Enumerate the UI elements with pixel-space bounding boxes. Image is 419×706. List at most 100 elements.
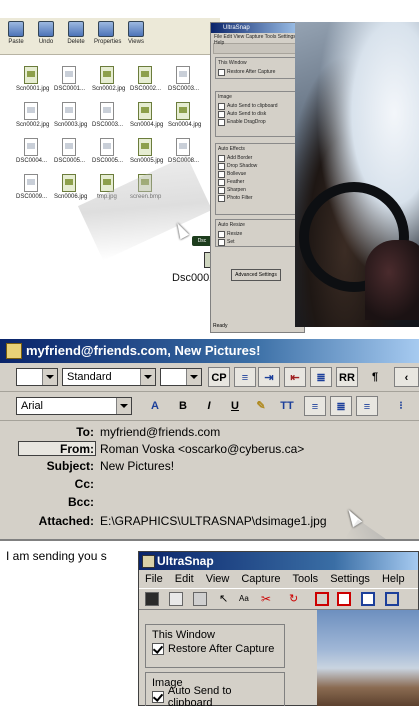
align-icon[interactable]: ≣: [310, 367, 332, 387]
explorer-undo-button[interactable]: Undo: [34, 21, 58, 45]
subject-field[interactable]: New Pictures!: [100, 459, 174, 473]
menu-capture-icon[interactable]: [385, 592, 399, 606]
cc-field[interactable]: [100, 477, 400, 491]
italic-button[interactable]: I: [198, 396, 220, 416]
pointer-icon[interactable]: ↖: [219, 592, 233, 606]
ultrasnap-small-checkbox[interactable]: Feather: [218, 178, 294, 186]
file-item[interactable]: Scn0005.jpg: [130, 138, 163, 164]
ultrasnap-small-checkbox[interactable]: Auto Send to disk: [218, 110, 294, 118]
color-icon[interactable]: ✎: [250, 396, 272, 416]
explorer-delete-button[interactable]: Delete: [64, 21, 88, 45]
file-item[interactable]: DSC0003...: [168, 66, 199, 92]
menu-file[interactable]: File: [145, 573, 163, 585]
ultrasnap-small-checkbox[interactable]: Set: [218, 238, 294, 246]
ultrasnap-small-menu[interactable]: File Edit View Capture Tools Settings He…: [211, 33, 304, 46]
ultrasnap-small-toolbar[interactable]: [213, 43, 302, 54]
align-right-icon[interactable]: ≡: [356, 396, 378, 416]
ultrasnap-small-checkbox[interactable]: Enable DragDrop: [218, 118, 294, 126]
file-icon: [24, 102, 38, 120]
indent-icon[interactable]: ⇥: [258, 367, 280, 387]
style-combo[interactable]: Standard: [62, 368, 156, 386]
list-icon[interactable]: ≡: [234, 367, 256, 387]
this-window-group: This Window Restore After Capture: [145, 624, 285, 668]
save-icon[interactable]: [145, 592, 159, 606]
ultrasnap-small-checkbox[interactable]: Restore After Capture: [218, 68, 294, 76]
menu-edit[interactable]: Edit: [175, 573, 194, 585]
file-item[interactable]: DSC0009...: [16, 174, 47, 200]
rr-button[interactable]: RR: [336, 367, 358, 387]
size-combo[interactable]: [160, 368, 202, 386]
file-item[interactable]: DSC0001...: [54, 66, 85, 92]
from-field[interactable]: Roman Voska <oscarko@cyberus.ca>: [100, 442, 304, 456]
file-item[interactable]: DSC0002...: [130, 66, 161, 92]
window-capture-icon[interactable]: [337, 592, 351, 606]
file-item[interactable]: Scn0006.jpg: [54, 174, 87, 200]
align-left-icon[interactable]: ≡: [304, 396, 326, 416]
file-icon: [24, 138, 38, 156]
print-icon[interactable]: [193, 592, 207, 606]
copy-icon[interactable]: [169, 592, 183, 606]
explorer-properties-button[interactable]: Properties: [94, 21, 121, 45]
from-label: From:: [60, 442, 94, 456]
file-icon: [62, 102, 76, 120]
file-item[interactable]: Scn0001.jpg: [16, 66, 49, 92]
file-item[interactable]: Scn0002.jpg: [16, 102, 49, 128]
underline-button[interactable]: U: [224, 396, 246, 416]
file-item[interactable]: Scn0002.jpg: [92, 66, 125, 92]
ultrasnap-small-checkbox[interactable]: Drop Shadow: [218, 162, 294, 170]
advanced-settings-button[interactable]: Advanced Settings: [231, 269, 281, 281]
ultrasnap-small-checkbox[interactable]: Sharpen: [218, 186, 294, 194]
region-icon[interactable]: ↻: [289, 592, 303, 606]
paragraph-mark-button[interactable]: ¶: [364, 367, 386, 387]
cut-icon[interactable]: ✂: [261, 592, 275, 606]
paste-icon: [8, 21, 24, 37]
file-item[interactable]: Scn0004.jpg: [168, 102, 201, 128]
attached-field[interactable]: E:\GRAPHICS\ULTRASNAP\dsimage1.jpg: [100, 514, 327, 528]
menu-tools[interactable]: Tools: [293, 573, 319, 585]
email-body-text: I am sending you s: [6, 549, 107, 563]
menu-capture[interactable]: Capture: [241, 573, 280, 585]
bcc-field[interactable]: [100, 495, 400, 509]
image-file-icon: [62, 174, 76, 192]
to-field[interactable]: myfriend@friends.com: [100, 425, 220, 439]
file-item[interactable]: Scn0004.jpg: [130, 102, 163, 128]
explorer-paste-button[interactable]: Paste: [4, 21, 28, 45]
teletype-button[interactable]: TT: [276, 396, 298, 416]
file-item[interactable]: Scn0003.jpg: [54, 102, 87, 128]
email-window-title: myfriend@friends.com, New Pictures!: [26, 343, 261, 358]
text-icon[interactable]: Aa: [239, 592, 253, 606]
ultrasnap-small-checkbox[interactable]: Auto Send to clipboard: [218, 102, 294, 110]
auto-send-clipboard-checkbox[interactable]: Auto Send to clipboard: [152, 685, 278, 706]
file-item[interactable]: DSC0003...: [92, 102, 123, 128]
file-item[interactable]: DSC0004...: [16, 138, 47, 164]
outdent-icon[interactable]: ⇤: [284, 367, 306, 387]
file-item[interactable]: DSC0005...: [54, 138, 85, 164]
ultrasnap-title-bar: UltraSnap: [139, 552, 418, 570]
more-icon[interactable]: ‹: [394, 367, 419, 387]
font-combo[interactable]: Arial: [16, 397, 132, 415]
ultrasnap-title: UltraSnap: [157, 554, 214, 568]
ultrasnap-small-checkbox[interactable]: Photo Filter: [218, 194, 294, 202]
restore-after-capture-checkbox[interactable]: Restore After Capture: [152, 641, 278, 657]
ultrasnap-small-checkbox[interactable]: Resize: [218, 230, 294, 238]
undo-icon: [38, 21, 54, 37]
cp-button[interactable]: CP: [208, 367, 230, 387]
menu-view[interactable]: View: [206, 573, 230, 585]
paragraph-combo[interactable]: [16, 368, 58, 386]
align-center-icon[interactable]: ≣: [330, 396, 352, 416]
ultrasnap-small-checkbox[interactable]: Add Border: [218, 154, 294, 162]
ultrasnap-small-checkbox[interactable]: Bollevue: [218, 170, 294, 178]
menu-help[interactable]: Help: [382, 573, 405, 585]
menu-settings[interactable]: Settings: [330, 573, 370, 585]
screen-capture-icon[interactable]: [361, 592, 375, 606]
spellcheck-icon[interactable]: A: [144, 396, 166, 416]
bullet-list-icon[interactable]: ⁝: [390, 396, 412, 416]
image-file-icon: [138, 138, 152, 156]
file-item[interactable]: DSC0005...: [92, 138, 123, 164]
bcc-label: Bcc:: [67, 495, 94, 509]
this-window-label: This Window: [152, 629, 215, 641]
explorer-views-button[interactable]: Views: [124, 21, 148, 45]
rect-capture-icon[interactable]: [315, 592, 329, 606]
bold-button[interactable]: B: [172, 396, 194, 416]
file-icon: [176, 138, 190, 156]
